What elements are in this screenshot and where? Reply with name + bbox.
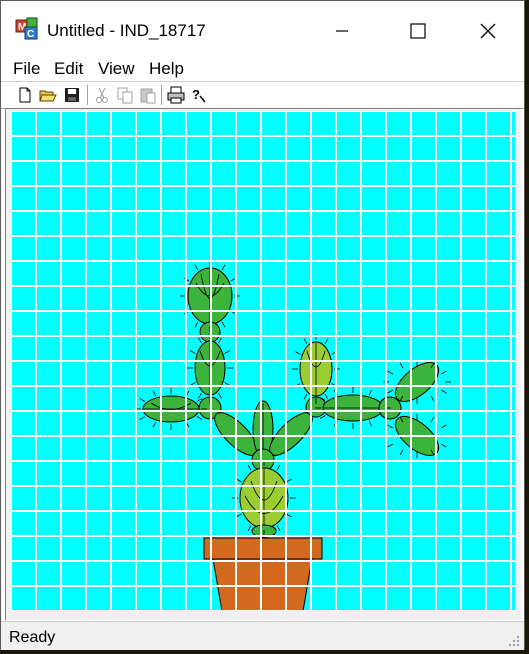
toolbar-separator [87, 85, 89, 105]
title-bar[interactable]: M C Untitled - IND_18717 [1, 1, 524, 57]
menu-view[interactable]: View [98, 59, 135, 79]
menu-bar: File Edit View Help [1, 57, 524, 82]
svg-text:?: ? [192, 87, 200, 102]
save-icon[interactable] [63, 86, 81, 104]
resize-grip-icon[interactable] [508, 635, 520, 647]
canvas-grid [11, 111, 515, 611]
print-icon[interactable] [167, 86, 185, 104]
drawing-area[interactable] [5, 108, 521, 620]
minimize-button[interactable] [319, 11, 365, 51]
paste-icon[interactable] [139, 86, 157, 104]
menu-help[interactable]: Help [149, 59, 184, 79]
maximize-button[interactable] [395, 11, 441, 51]
app-window: M C Untitled - IND_18717 File Edit View … [0, 0, 525, 650]
cut-icon[interactable] [93, 86, 111, 104]
pot-rim [203, 537, 323, 560]
drawing-canvas[interactable] [11, 111, 515, 611]
svg-text:C: C [27, 29, 34, 40]
menu-edit[interactable]: Edit [54, 59, 83, 79]
toolbar: ? [1, 82, 524, 109]
open-folder-icon[interactable] [39, 86, 57, 104]
toolbar-separator [161, 85, 163, 105]
menu-file[interactable]: File [13, 59, 40, 79]
close-button[interactable] [465, 11, 511, 51]
status-bar: Ready [1, 621, 524, 650]
app-icon: M C [15, 17, 38, 40]
window-title: Untitled - IND_18717 [47, 21, 206, 40]
copy-icon[interactable] [116, 86, 134, 104]
new-file-icon[interactable] [16, 86, 34, 104]
help-icon[interactable]: ? [189, 86, 207, 104]
status-text: Ready [9, 629, 56, 646]
